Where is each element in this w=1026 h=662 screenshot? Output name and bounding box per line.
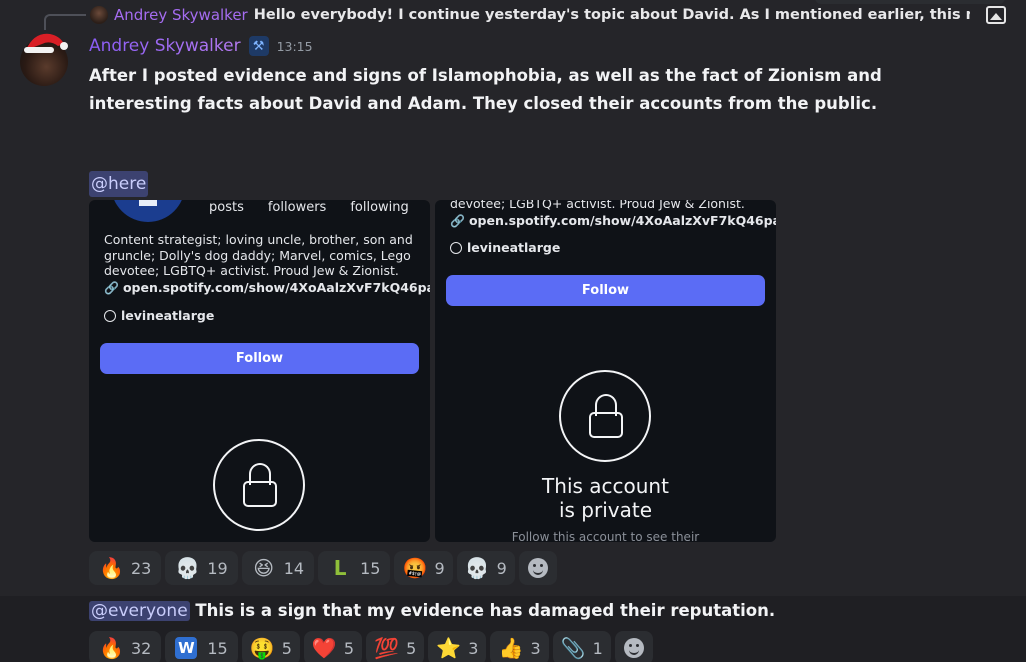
reaction-bar: 🔥 23 💀 19 😆 14 L 15 🤬 9 💀 9 (89, 551, 557, 585)
fire-icon: 🔥 (99, 556, 124, 580)
reaction-fire[interactable]: 🔥 32 (89, 631, 162, 662)
stat-posts: posts (209, 200, 244, 215)
reply-preview[interactable]: Andrey Skywalker Hello everybody! I cont… (90, 4, 970, 26)
skull-icon: 💀 (464, 556, 490, 580)
image-attachment-right[interactable]: devotee; LGBTQ+ activist. Proud Jew & Zi… (435, 200, 776, 542)
role-badge-icon[interactable]: ⚒ (248, 36, 269, 56)
message-group: Andrey Skywalker Hello everybody! I cont… (0, 0, 1026, 596)
timestamp[interactable]: 13:15 (277, 39, 313, 54)
reply-avatar[interactable] (90, 6, 108, 24)
threads-icon (450, 241, 462, 254)
add-reaction-icon (623, 638, 644, 658)
money-mouth-icon: 🤑 (249, 636, 275, 660)
star-icon: ⭐ (436, 636, 462, 660)
private-account-title: This account is private (435, 474, 776, 522)
lock-icon (559, 370, 651, 462)
reaction-l[interactable]: L 15 (318, 551, 391, 585)
reaction-count: 9 (434, 558, 445, 578)
add-reaction-button[interactable] (518, 551, 557, 585)
reaction-hundred[interactable]: 💯 5 (366, 631, 425, 662)
paperclip-icon: 📎 (560, 636, 586, 660)
reaction-money-mouth[interactable]: 🤑 5 (241, 631, 300, 662)
stat-following: following (350, 200, 409, 215)
hundred-points-icon: 💯 (374, 636, 399, 660)
private-title-line-2: is private (558, 498, 653, 522)
reaction-skull-2[interactable]: 💀 9 (456, 551, 515, 585)
author-name[interactable]: Andrey Skywalker (89, 36, 241, 56)
lock-icon (213, 439, 305, 531)
follow-button: Follow (100, 343, 419, 374)
reaction-star[interactable]: ⭐ 3 (428, 631, 487, 662)
reply-text[interactable]: Hello everybody! I continue yesterday's … (254, 7, 970, 23)
message-2-text: This is a sign that my evidence has dama… (195, 601, 776, 620)
threads-handle-text: levineatlarge (121, 308, 215, 323)
profile-bio-tail: devotee; LGBTQ+ activist. Proud Jew & Zi… (450, 200, 745, 211)
profile-bio: Content strategist; loving uncle, brothe… (104, 232, 413, 278)
reaction-heart[interactable]: ❤️ 5 (303, 631, 363, 662)
reaction-count: 5 (281, 638, 292, 658)
l-letter-icon: L (333, 556, 347, 580)
reaction-count: 3 (530, 638, 541, 658)
reaction-skull[interactable]: 💀 19 (165, 551, 238, 585)
private-account-subtitle: Follow this account to see their (511, 530, 700, 542)
reaction-count: 15 (207, 638, 228, 658)
reaction-bar-2: 🔥 32 W 15 🤑 5 ❤️ 5 💯 5 ⭐ 3 👍 3 📎 1 (89, 631, 653, 662)
stat-followers: followers (267, 200, 327, 215)
threads-icon (104, 309, 116, 322)
reaction-count: 19 (207, 558, 228, 578)
threads-handle: levineatlarge (104, 308, 214, 323)
profile-link: 🔗 open.spotify.com/show/4XoAalzXvF7kQ46p… (104, 280, 430, 295)
reaction-count: 14 (283, 558, 305, 578)
reply-spine (44, 14, 86, 30)
cursing-face-icon: 🤬 (402, 556, 428, 580)
message-text: After I posted evidence and signs of Isl… (89, 66, 882, 113)
mention-everyone[interactable]: @everyone (89, 601, 190, 621)
w-badge: W (175, 637, 198, 659)
image-icon (986, 6, 1006, 24)
thumbs-up-icon: 👍 (498, 636, 524, 660)
profile-link-text: open.spotify.com/show/4XoAalzXvF7kQ46paP… (468, 213, 776, 228)
image-attachment-left[interactable]: posts followers following Content strate… (89, 200, 430, 542)
w-badge-icon: W (175, 637, 199, 659)
reaction-thumbs-up[interactable]: 👍 3 (490, 631, 549, 662)
link-icon: 🔗 (104, 280, 119, 295)
reaction-count: 5 (343, 638, 355, 658)
reaction-count: 3 (468, 638, 479, 658)
link-icon: 🔗 (450, 213, 465, 228)
reaction-count: 23 (131, 558, 152, 578)
reaction-fire[interactable]: 🔥 23 (89, 551, 162, 585)
reaction-laughing[interactable]: 😆 14 (241, 551, 315, 585)
skull-icon: 💀 (175, 556, 201, 580)
author-line: Andrey Skywalker ⚒ 13:15 (89, 36, 313, 56)
add-reaction-button[interactable] (614, 631, 653, 662)
profile-link-text: open.spotify.com/show/4XoAalzXvF7kQ46paP… (122, 280, 430, 295)
follow-button: Follow (446, 275, 765, 306)
laughing-icon: 😆 (253, 556, 275, 580)
reaction-count: 9 (496, 558, 507, 578)
profile-link: 🔗 open.spotify.com/show/4XoAalzXvF7kQ46p… (450, 213, 776, 228)
threads-handle-text: levineatlarge (467, 240, 561, 255)
threads-handle: levineatlarge (450, 240, 560, 255)
mention-here[interactable]: @here (89, 171, 149, 197)
message-2-text-line: @everyone This is a sign that my evidenc… (89, 598, 775, 624)
profile-avatar-fragment (111, 200, 185, 222)
reaction-count: 1 (592, 638, 603, 658)
private-title-line-1: This account (542, 474, 669, 498)
santa-hat-icon (24, 33, 68, 53)
heart-icon: ❤️ (311, 636, 337, 660)
fire-icon: 🔥 (99, 636, 124, 660)
reaction-paperclip[interactable]: 📎 1 (552, 631, 611, 662)
reply-author[interactable]: Andrey Skywalker (114, 6, 248, 24)
reaction-count: 5 (406, 638, 417, 658)
reaction-cursing-face[interactable]: 🤬 9 (394, 551, 453, 585)
reaction-count: 15 (360, 558, 381, 578)
profile-stats: posts followers following (209, 200, 409, 215)
add-reaction-icon (527, 558, 548, 578)
reaction-count: 32 (131, 638, 152, 658)
reaction-w[interactable]: W 15 (165, 631, 238, 662)
